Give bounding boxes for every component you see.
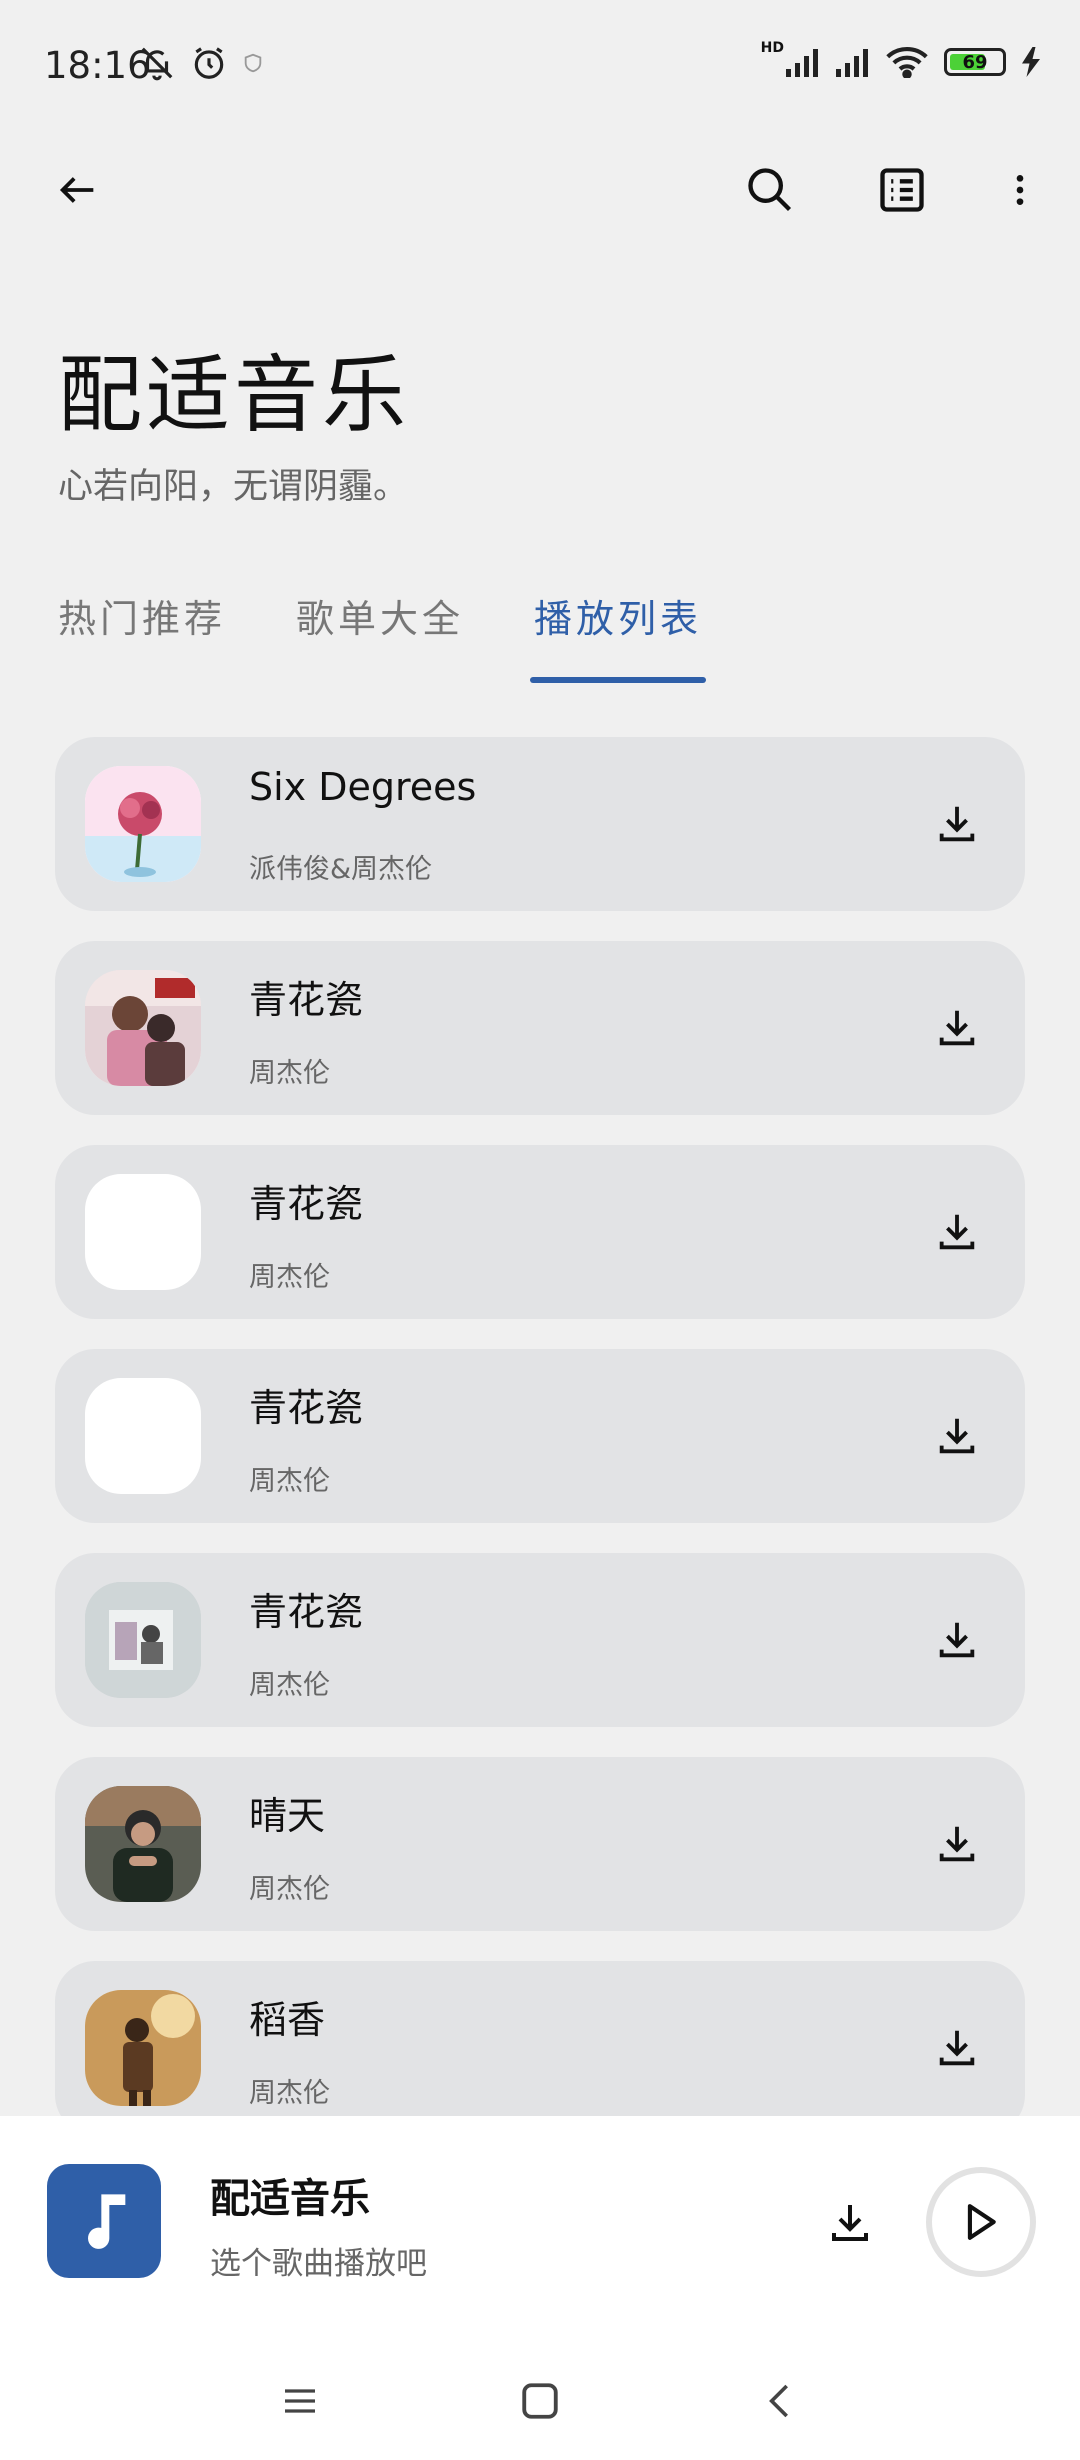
more-button[interactable] [990, 160, 1050, 220]
song-artist: 周杰伦 [249, 1262, 330, 1293]
song-artist: 周杰伦 [249, 1466, 330, 1497]
hd-badge: HD [760, 40, 784, 56]
song-title: 青花瓷 [249, 978, 364, 1022]
player-title: 配适音乐 [210, 2176, 370, 2222]
download-button[interactable] [927, 2018, 987, 2078]
album-cover [85, 1582, 201, 1698]
song-title: 青花瓷 [249, 1386, 364, 1430]
song-title: 青花瓷 [249, 1590, 364, 1634]
song-list-item[interactable]: 晴天 周杰伦 [55, 1757, 1025, 1931]
more-vertical-icon [1016, 175, 1024, 205]
status-icons-right: HD 69 [761, 40, 1040, 78]
status-icons-left [138, 44, 264, 82]
album-cover [85, 970, 201, 1086]
player-bar[interactable]: 配适音乐 选个歌曲播放吧 [0, 2116, 1080, 2341]
status-bar: 18:16 HD 69 [0, 0, 1080, 130]
download-button[interactable] [927, 1202, 987, 1262]
recent-apps-button[interactable] [270, 2371, 330, 2431]
back-nav-button[interactable] [750, 2371, 810, 2431]
back-button[interactable] [48, 160, 108, 220]
song-list-item[interactable]: 青花瓷 周杰伦 [55, 1145, 1025, 1319]
play-button[interactable] [926, 2167, 1036, 2277]
battery-icon: 69 [944, 48, 1006, 76]
song-list-item[interactable]: 青花瓷 周杰伦 [55, 1349, 1025, 1523]
album-cover [85, 1378, 201, 1494]
toolbar [0, 140, 1080, 240]
tab-bar: 热门推荐 歌单大全 播放列表 [58, 588, 707, 683]
download-icon [939, 1010, 975, 1046]
menu-icon [285, 2389, 315, 2413]
album-cover [85, 766, 201, 882]
music-note-icon [88, 2194, 126, 2249]
song-list-item[interactable]: 稻香 周杰伦 [55, 1961, 1025, 2117]
back-chevron-icon [769, 2384, 788, 2418]
download-button[interactable] [927, 794, 987, 854]
download-icon [939, 1622, 975, 1658]
download-button[interactable] [927, 998, 987, 1058]
tab-playlist-collection[interactable]: 歌单大全 [296, 588, 464, 643]
play-icon [967, 2204, 996, 2240]
battery-level: 69 [962, 51, 988, 73]
tab-hot-recommend[interactable]: 热门推荐 [58, 588, 226, 643]
download-icon [939, 806, 975, 842]
home-square-icon [522, 2383, 558, 2419]
song-artist: 周杰伦 [249, 1874, 330, 1905]
song-artist: 周杰伦 [249, 1670, 330, 1701]
download-icon [939, 1826, 975, 1862]
alarm-icon [194, 47, 224, 79]
song-artist: 派伟俊&周杰伦 [249, 854, 433, 885]
song-list-item[interactable]: 青花瓷 周杰伦 [55, 1553, 1025, 1727]
playlist-button[interactable] [872, 160, 932, 220]
player-subtitle: 选个歌曲播放吧 [210, 2246, 427, 2282]
search-button[interactable] [740, 160, 800, 220]
system-nav-bar [0, 2341, 1080, 2460]
wifi-icon [886, 46, 928, 78]
download-icon [939, 1214, 975, 1250]
download-icon [939, 2030, 975, 2066]
download-button[interactable] [927, 1406, 987, 1466]
status-time: 18:16 [44, 44, 151, 87]
tab-play-list[interactable]: 播放列表 [530, 588, 707, 683]
download-icon [939, 1418, 975, 1454]
bell-off-icon [141, 47, 173, 81]
song-title: 青花瓷 [249, 1182, 364, 1226]
song-list-item[interactable]: Six Degrees 派伟俊&周杰伦 [55, 737, 1025, 911]
page-title: 配适音乐 [58, 346, 411, 444]
download-button[interactable] [927, 1610, 987, 1670]
player-cover[interactable] [47, 2164, 161, 2278]
song-artist: 周杰伦 [249, 1058, 330, 1089]
song-artist: 周杰伦 [249, 2078, 330, 2109]
song-list-item[interactable]: 青花瓷 周杰伦 [55, 941, 1025, 1115]
list-icon [880, 168, 924, 212]
song-title: 晴天 [249, 1794, 326, 1838]
back-arrow-icon [59, 177, 94, 203]
app-notification-icon [244, 53, 262, 73]
album-cover [85, 1174, 201, 1290]
album-cover [85, 1786, 201, 1902]
player-download-button[interactable] [818, 2191, 882, 2255]
download-icon [832, 2205, 868, 2241]
song-list: Six Degrees 派伟俊&周杰伦 青花瓷 周杰伦 青花瓷 周杰伦 青花瓷 周杰伦 青花瓷周… [55, 737, 1025, 2117]
album-cover [85, 1990, 201, 2106]
charging-bolt-icon [1022, 47, 1040, 77]
download-button[interactable] [927, 1814, 987, 1874]
home-button[interactable] [510, 2371, 570, 2431]
signal-icon [786, 49, 818, 77]
page-subtitle: 心若向阳，无谓阴霾。 [58, 467, 409, 507]
search-icon [748, 168, 792, 212]
song-title: Six Degrees [249, 765, 477, 809]
song-title: 稻香 [249, 1998, 326, 2042]
signal-icon-2 [836, 49, 868, 77]
